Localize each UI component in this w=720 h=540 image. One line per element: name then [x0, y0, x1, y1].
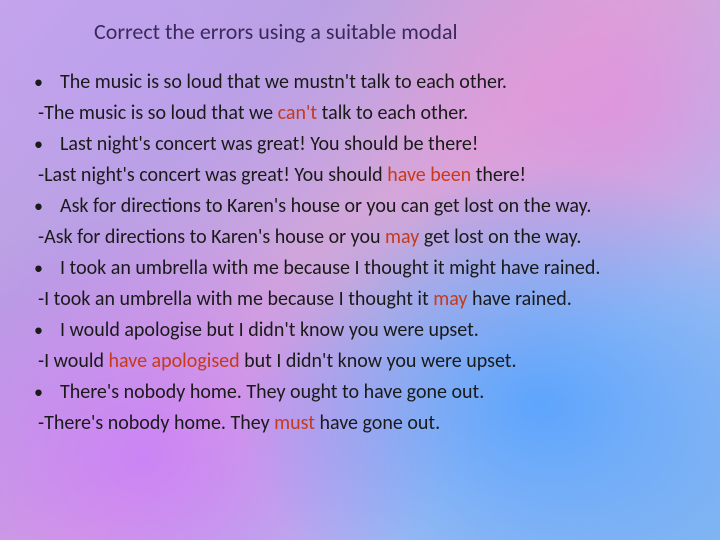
answer-span: Ask for directions to Karen's house or y… [44, 225, 385, 249]
answer-span: get lost on the way. [419, 225, 581, 249]
answer-span: I would [44, 349, 108, 373]
answer-text: -I would have apologised but I didn't kn… [38, 346, 696, 377]
answer-text: -There's nobody home. They must have gon… [38, 408, 696, 439]
bullet-icon: • [30, 317, 60, 345]
question-text: The music is so loud that we mustn't tal… [60, 67, 696, 98]
correction-span: must [274, 411, 315, 435]
slide-content: •The music is so loud that we mustn't ta… [24, 67, 696, 439]
answer-span: I took an umbrella with me because I tho… [44, 287, 433, 311]
question-row: •Ask for directions to Karen's house or … [24, 191, 696, 222]
slide: Correct the errors using a suitable moda… [0, 0, 720, 540]
answer-row: -I would have apologised but I didn't kn… [24, 346, 696, 377]
answer-text: -Ask for directions to Karen's house or … [38, 222, 696, 253]
answer-text: -The music is so loud that we can't talk… [38, 98, 696, 129]
answer-span: The music is so loud that we [44, 101, 278, 125]
answer-row: -Ask for directions to Karen's house or … [24, 222, 696, 253]
bullet-icon: • [30, 379, 60, 407]
bullet-icon: • [30, 69, 60, 97]
answer-row: -There's nobody home. They must have gon… [24, 408, 696, 439]
question-text: I would apologise but I didn't know you … [60, 315, 696, 346]
answer-span: There's nobody home. They [44, 411, 274, 435]
question-row: •There's nobody home. They ought to have… [24, 377, 696, 408]
question-row: •The music is so loud that we mustn't ta… [24, 67, 696, 98]
answer-span: have gone out. [315, 411, 440, 435]
answer-span: talk to each other. [317, 101, 468, 125]
answer-span: have rained. [467, 287, 571, 311]
question-text: Ask for directions to Karen's house or y… [60, 191, 696, 222]
answer-span: Last night's concert was great! You shou… [44, 163, 387, 187]
correction-span: may [385, 225, 419, 249]
bullet-icon: • [30, 193, 60, 221]
question-text: Last night's concert was great! You shou… [60, 129, 696, 160]
question-text: There's nobody home. They ought to have … [60, 377, 696, 408]
answer-span: there! [471, 163, 526, 187]
answer-text: -Last night's concert was great! You sho… [38, 160, 696, 191]
answer-row: -Last night's concert was great! You sho… [24, 160, 696, 191]
correction-span: can't [278, 101, 318, 125]
question-row: •I would apologise but I didn't know you… [24, 315, 696, 346]
answer-text: -I took an umbrella with me because I th… [38, 284, 696, 315]
question-row: •I took an umbrella with me because I th… [24, 253, 696, 284]
bullet-icon: • [30, 255, 60, 283]
answer-row: -The music is so loud that we can't talk… [24, 98, 696, 129]
question-row: •Last night's concert was great! You sho… [24, 129, 696, 160]
bullet-icon: • [30, 131, 60, 159]
correction-span: have apologised [108, 349, 239, 373]
question-text: I took an umbrella with me because I tho… [60, 253, 696, 284]
answer-span: but I didn't know you were upset. [240, 349, 517, 373]
slide-title: Correct the errors using a suitable moda… [94, 18, 696, 45]
correction-span: have been [387, 163, 471, 187]
correction-span: may [433, 287, 467, 311]
answer-row: -I took an umbrella with me because I th… [24, 284, 696, 315]
